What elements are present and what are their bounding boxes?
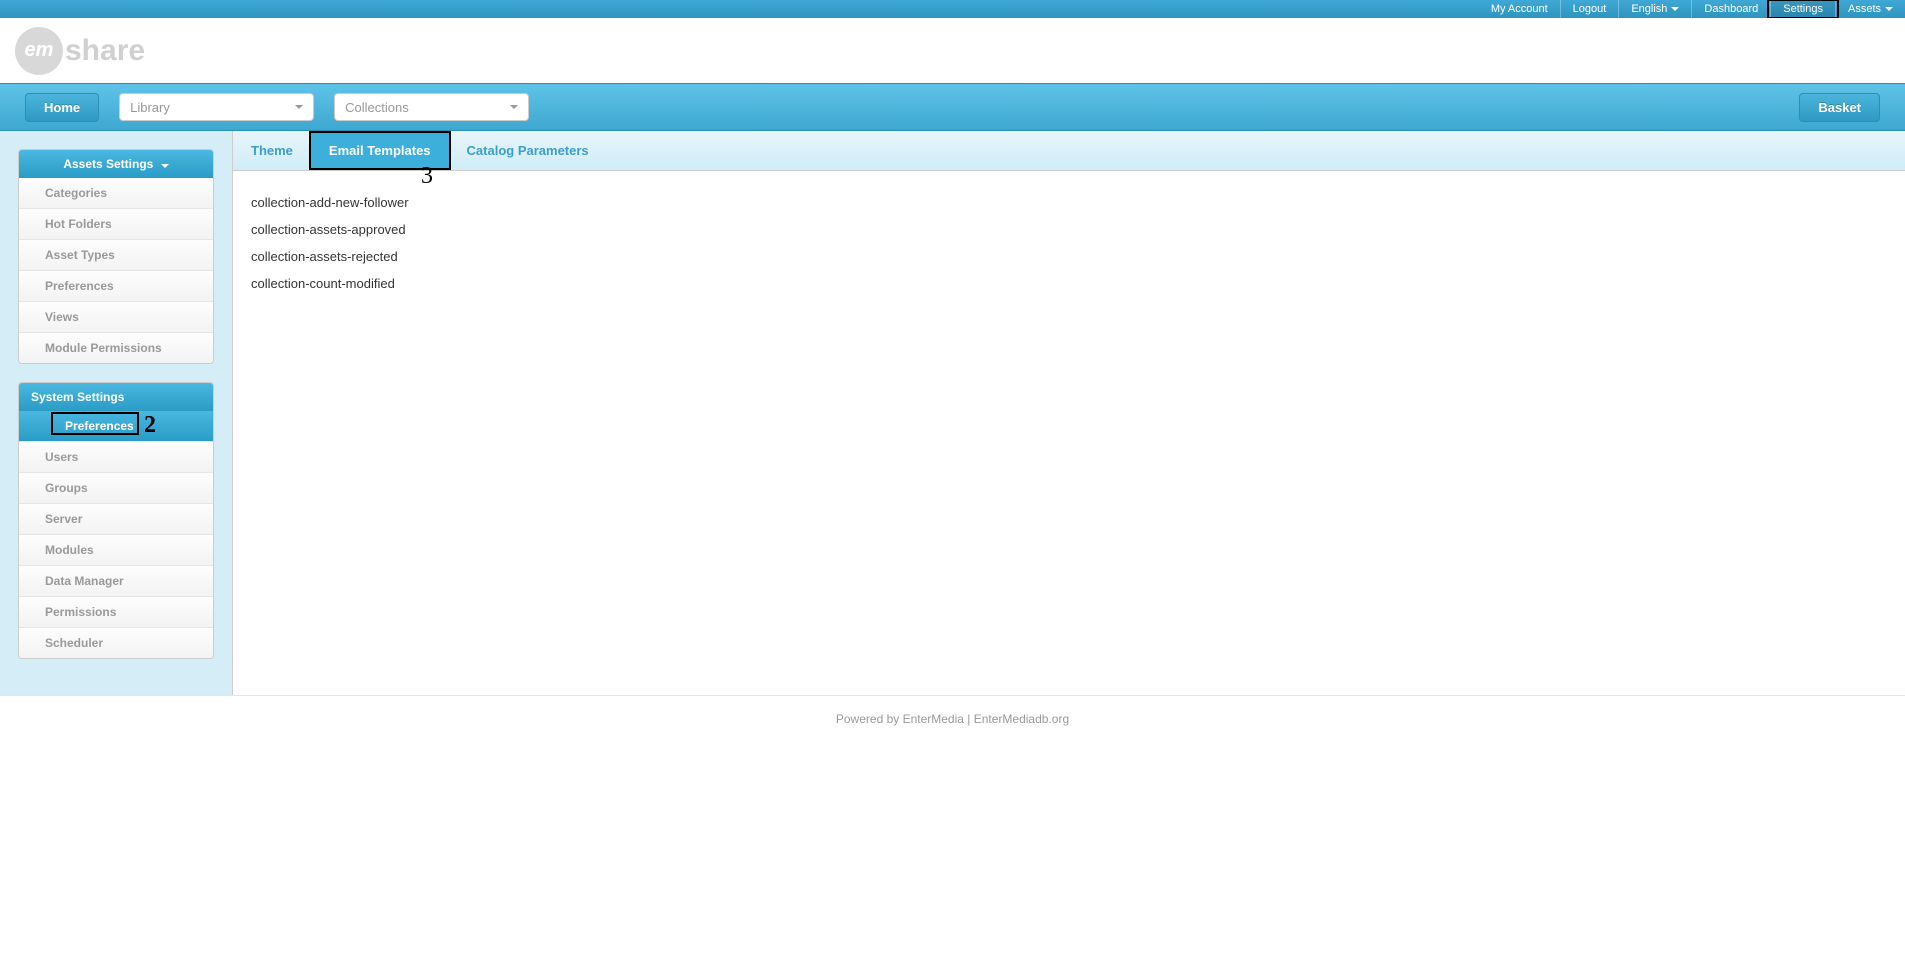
- tab-email-templates-label: Email Templates: [329, 143, 431, 158]
- header: em share: [0, 18, 1905, 83]
- library-dropdown[interactable]: Library: [119, 93, 314, 121]
- footer: Powered by EnterMedia | EnterMediadb.org: [0, 695, 1905, 742]
- template-item[interactable]: collection-assets-approved: [251, 216, 1887, 243]
- sidebar-item-users[interactable]: Users: [19, 442, 213, 473]
- sidebar: Assets Settings Categories Hot Folders A…: [0, 131, 232, 695]
- sidebar-item-module-permissions[interactable]: Module Permissions: [19, 333, 213, 363]
- chevron-down-icon: [295, 105, 303, 109]
- main-bar: Home Library Collections Basket: [0, 83, 1905, 131]
- nav-language[interactable]: English: [1619, 0, 1692, 18]
- library-dropdown-label: Library: [130, 100, 170, 115]
- sidebar-item-categories[interactable]: Categories: [19, 178, 213, 209]
- system-settings-panel: System Settings Preferences 2 Users Grou…: [18, 382, 214, 659]
- chevron-down-icon: [1885, 7, 1893, 11]
- sidebar-item-data-manager[interactable]: Data Manager: [19, 566, 213, 597]
- nav-logout-label: Logout: [1573, 3, 1607, 15]
- main-content: Theme Email Templates Catalog Parameters…: [232, 131, 1905, 695]
- collections-dropdown[interactable]: Collections: [334, 93, 529, 121]
- sidebar-item-preferences-system[interactable]: Preferences 2: [19, 411, 213, 442]
- nav-settings[interactable]: Settings: [1771, 0, 1836, 18]
- chevron-down-icon: [1671, 7, 1679, 11]
- home-button[interactable]: Home: [25, 93, 99, 122]
- top-bar: My Account Logout English Dashboard Sett…: [0, 0, 1905, 18]
- assets-settings-header[interactable]: Assets Settings: [19, 150, 213, 178]
- tab-catalog-parameters[interactable]: Catalog Parameters: [449, 131, 607, 170]
- template-item[interactable]: collection-assets-rejected: [251, 243, 1887, 270]
- sidebar-item-server[interactable]: Server: [19, 504, 213, 535]
- nav-dashboard[interactable]: Dashboard: [1692, 0, 1771, 18]
- chevron-down-icon: [510, 105, 518, 109]
- nav-settings-label: Settings: [1783, 3, 1823, 15]
- sidebar-item-preferences-label: Preferences: [65, 419, 134, 433]
- chevron-down-icon: [161, 164, 169, 168]
- nav-assets-label: Assets: [1848, 3, 1881, 15]
- sidebar-item-asset-types[interactable]: Asset Types: [19, 240, 213, 271]
- nav-dashboard-label: Dashboard: [1704, 3, 1758, 15]
- sidebar-item-groups[interactable]: Groups: [19, 473, 213, 504]
- collections-dropdown-label: Collections: [345, 100, 409, 115]
- logo-text: share: [65, 34, 145, 68]
- tabs-bar: Theme Email Templates Catalog Parameters…: [233, 131, 1905, 171]
- sidebar-item-scheduler[interactable]: Scheduler: [19, 628, 213, 658]
- annotation-2: 2: [144, 412, 156, 439]
- nav-my-account[interactable]: My Account: [1479, 0, 1561, 18]
- logo-circle: em: [15, 27, 63, 75]
- nav-language-label: English: [1631, 3, 1667, 15]
- annotation-3: 3: [421, 163, 433, 190]
- template-item[interactable]: collection-add-new-follower: [251, 189, 1887, 216]
- basket-button[interactable]: Basket: [1799, 93, 1880, 122]
- sidebar-item-permissions[interactable]: Permissions: [19, 597, 213, 628]
- assets-settings-panel: Assets Settings Categories Hot Folders A…: [18, 149, 214, 364]
- system-settings-header[interactable]: System Settings: [19, 383, 213, 411]
- assets-settings-title: Assets Settings: [63, 157, 153, 171]
- sidebar-item-modules[interactable]: Modules: [19, 535, 213, 566]
- nav-assets[interactable]: Assets: [1836, 0, 1905, 18]
- nav-my-account-label: My Account: [1491, 3, 1548, 15]
- template-item[interactable]: collection-count-modified: [251, 270, 1887, 297]
- sidebar-item-hot-folders[interactable]: Hot Folders: [19, 209, 213, 240]
- sidebar-item-preferences-assets[interactable]: Preferences: [19, 271, 213, 302]
- nav-logout[interactable]: Logout: [1561, 0, 1620, 18]
- sidebar-item-views[interactable]: Views: [19, 302, 213, 333]
- template-list: collection-add-new-follower collection-a…: [233, 171, 1905, 315]
- content-wrapper: Assets Settings Categories Hot Folders A…: [0, 131, 1905, 695]
- tab-theme[interactable]: Theme: [233, 131, 311, 170]
- top-nav: My Account Logout English Dashboard Sett…: [1479, 0, 1905, 18]
- logo[interactable]: em share: [15, 27, 145, 75]
